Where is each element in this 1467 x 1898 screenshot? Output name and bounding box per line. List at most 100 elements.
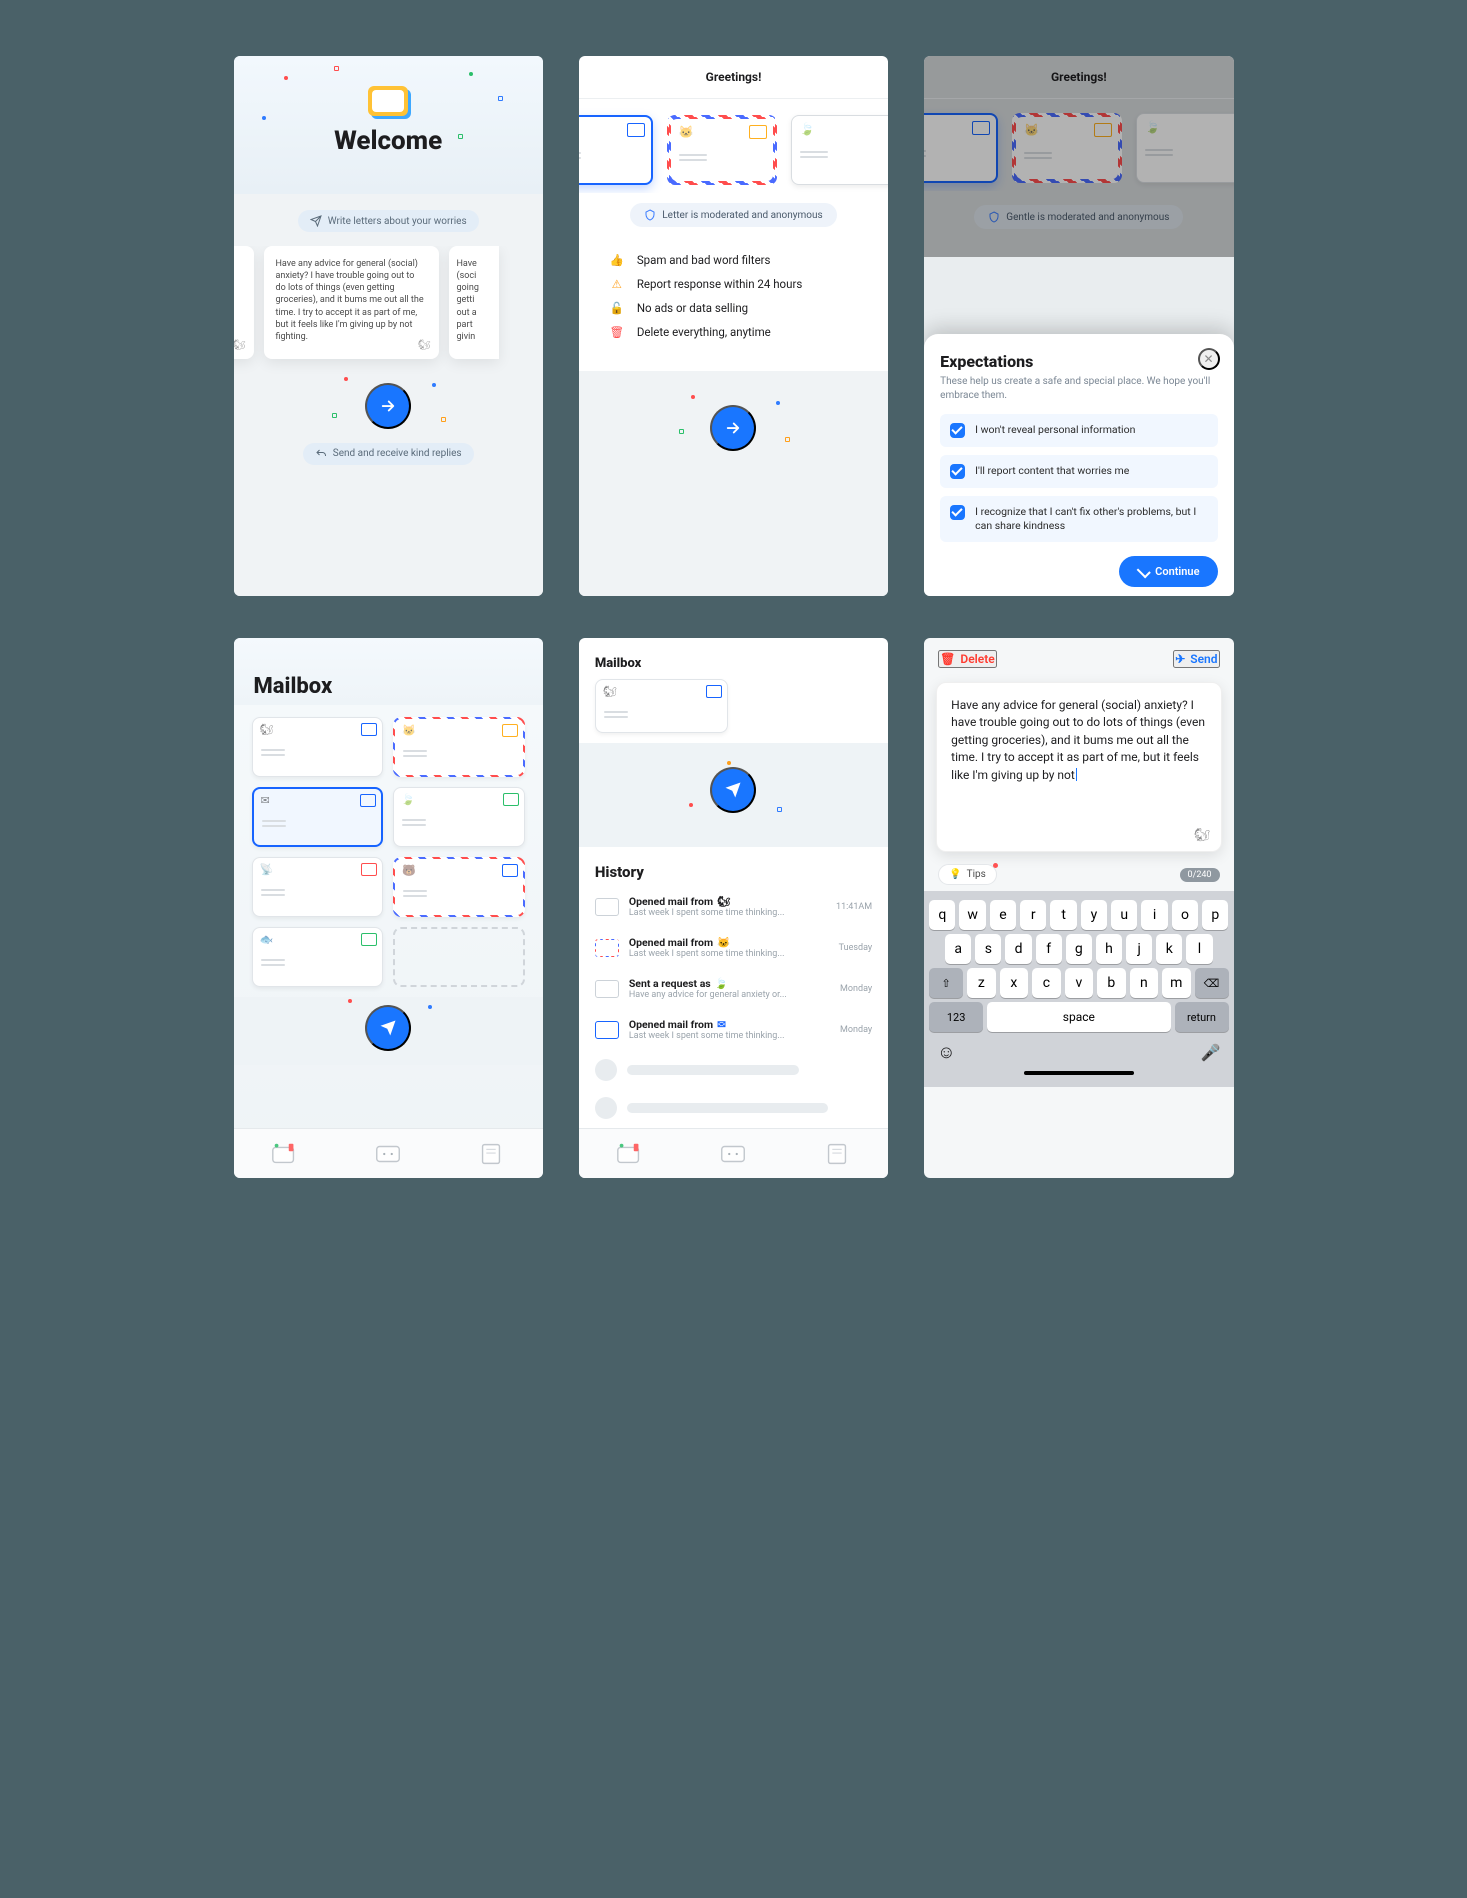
tab-inbox[interactable]	[373, 1141, 403, 1167]
history-list: Opened mail from 🐿Last week I spent some…	[579, 887, 888, 1127]
numbers-key[interactable]: 123	[929, 1002, 983, 1032]
checkbox-checked-icon[interactable]	[950, 423, 965, 438]
key-n[interactable]: n	[1130, 968, 1158, 998]
key-y[interactable]: y	[1081, 900, 1107, 930]
history-item-skeleton	[579, 1051, 888, 1089]
mailbox-slot-empty[interactable]	[393, 927, 525, 987]
mailbox-slot[interactable]: 📡	[252, 857, 384, 917]
envelope-option-airmail[interactable]: 🐱	[667, 115, 777, 185]
mailbox-slot[interactable]: 🐿	[252, 717, 384, 777]
history-item[interactable]: Opened mail from ✉Last week I spent some…	[579, 1010, 888, 1051]
ios-keyboard: qwertyuiop asdfghjkl ⇧ zxcvbnm ⌫ 123 spa…	[924, 891, 1233, 1087]
paper-plane-icon: ✈	[1175, 652, 1185, 666]
key-g[interactable]: g	[1066, 934, 1092, 964]
key-r[interactable]: r	[1020, 900, 1046, 930]
next-button[interactable]	[365, 383, 411, 429]
tab-mailbox[interactable]	[270, 1141, 300, 1167]
sheet-subtitle: These help us create a safe and special …	[940, 375, 1217, 402]
history-item[interactable]: Sent a request as 🍃Have any advice for g…	[579, 969, 888, 1010]
key-h[interactable]: h	[1096, 934, 1122, 964]
key-p[interactable]: p	[1202, 900, 1228, 930]
compose-button[interactable]	[365, 1005, 411, 1051]
feature-list: 👍Spam and bad word filters ⚠Report respo…	[579, 231, 888, 371]
tab-mailbox[interactable]	[615, 1141, 645, 1167]
key-k[interactable]: k	[1156, 934, 1182, 964]
letter-card[interactable]: even s me it as🐿	[234, 246, 254, 359]
key-q[interactable]: q	[929, 900, 955, 930]
tab-journal[interactable]	[476, 1141, 506, 1167]
checkbox-checked-icon[interactable]	[950, 464, 965, 479]
rss-icon: 📡	[260, 863, 274, 876]
mailbox-slot[interactable]: 🐻	[393, 857, 525, 917]
welcome-title: Welcome	[234, 126, 543, 156]
letter-card[interactable]: Have (soci going getti out a part givin	[449, 246, 499, 359]
envelope-option-blue[interactable]: ✉	[579, 115, 653, 185]
mailbox-slot[interactable]: 🍃	[393, 787, 525, 847]
next-button[interactable]	[710, 405, 756, 451]
expectation-checkbox-row[interactable]: I recognize that I can't fix other's pro…	[940, 496, 1217, 542]
envelope-option-plain[interactable]: 🍃	[791, 115, 888, 185]
envelope-icon	[595, 980, 619, 998]
key-b[interactable]: b	[1097, 968, 1125, 998]
home-indicator	[1024, 1071, 1134, 1075]
key-w[interactable]: w	[959, 900, 985, 930]
return-key[interactable]: return	[1175, 1002, 1229, 1032]
expectation-checkbox-row[interactable]: I won't reveal personal information	[940, 414, 1217, 447]
dictation-key[interactable]: 🎤	[1201, 1043, 1221, 1062]
delete-button[interactable]: 🗑Delete	[938, 650, 997, 668]
emoji-key[interactable]: ☺	[937, 1042, 955, 1063]
key-i[interactable]: i	[1141, 900, 1167, 930]
letter-preview-carousel[interactable]: even s me it as🐿 Have any advice for gen…	[234, 246, 543, 377]
envelope-style-picker[interactable]: ✉ 🐱 🍃	[579, 99, 888, 193]
key-s[interactable]: s	[975, 934, 1001, 964]
tagline-write-letters: Write letters about your worries	[298, 210, 479, 232]
compose-button[interactable]	[710, 767, 756, 813]
lightbulb-icon: 💡	[949, 869, 961, 880]
key-v[interactable]: v	[1065, 968, 1093, 998]
shift-key[interactable]: ⇧	[929, 968, 963, 998]
mailbox-slot[interactable]: 🐱	[393, 717, 525, 777]
mailbox-slot-selected[interactable]: ✉	[252, 787, 384, 847]
squirrel-icon: 🐿	[260, 723, 274, 736]
checkbox-checked-icon[interactable]	[950, 505, 965, 520]
letter-card[interactable]: Have any advice for general (social) anx…	[264, 246, 439, 359]
key-e[interactable]: e	[990, 900, 1016, 930]
space-key[interactable]: space	[987, 1002, 1170, 1032]
screen-mailbox-history: Mailbox 🐿 History Opened mail from 🐿Last…	[579, 638, 888, 1178]
tab-inbox[interactable]	[718, 1141, 748, 1167]
expectations-sheet: ✕ Expectations These help us create a sa…	[924, 334, 1233, 596]
key-z[interactable]: z	[967, 968, 995, 998]
close-button[interactable]: ✕	[1198, 348, 1220, 370]
key-x[interactable]: x	[1000, 968, 1028, 998]
backspace-key[interactable]: ⌫	[1195, 968, 1229, 998]
compose-textarea[interactable]: Have any advice for general (social) anx…	[936, 682, 1221, 852]
reply-icon	[315, 448, 327, 460]
key-a[interactable]: a	[945, 934, 971, 964]
header-title: Greetings!	[924, 70, 1233, 84]
key-u[interactable]: u	[1111, 900, 1137, 930]
mailbox-slot[interactable]: 🐿	[595, 679, 728, 733]
history-item[interactable]: Opened mail from 🐿Last week I spent some…	[579, 887, 888, 928]
key-j[interactable]: j	[1126, 934, 1152, 964]
send-button[interactable]: ✈Send	[1173, 650, 1219, 668]
tab-journal[interactable]	[822, 1141, 852, 1167]
key-d[interactable]: d	[1005, 934, 1031, 964]
trash-icon: 🗑	[940, 652, 955, 666]
screen-expectations: Greetings! ✉ 🐱 🍃 Gentle is moderated and…	[924, 56, 1233, 596]
key-c[interactable]: c	[1032, 968, 1060, 998]
header-title: Greetings!	[579, 70, 888, 84]
key-f[interactable]: f	[1036, 934, 1062, 964]
mailbox-slot[interactable]: 🐟	[252, 927, 384, 987]
page-title: Mailbox	[595, 656, 872, 671]
screen-compose: 🗑Delete ✈Send Have any advice for genera…	[924, 638, 1233, 1178]
expectation-checkbox-row[interactable]: I'll report content that worries me	[940, 455, 1217, 488]
continue-button[interactable]: Continue	[1119, 556, 1217, 587]
key-l[interactable]: l	[1186, 934, 1212, 964]
envelope-option-blue: ✉	[924, 113, 998, 183]
key-t[interactable]: t	[1050, 900, 1076, 930]
key-m[interactable]: m	[1162, 968, 1190, 998]
key-o[interactable]: o	[1172, 900, 1198, 930]
history-item[interactable]: Opened mail from 🐱Last week I spent some…	[579, 928, 888, 969]
bear-icon: 🐻	[402, 864, 416, 877]
tips-button[interactable]: 💡Tips	[938, 864, 997, 885]
